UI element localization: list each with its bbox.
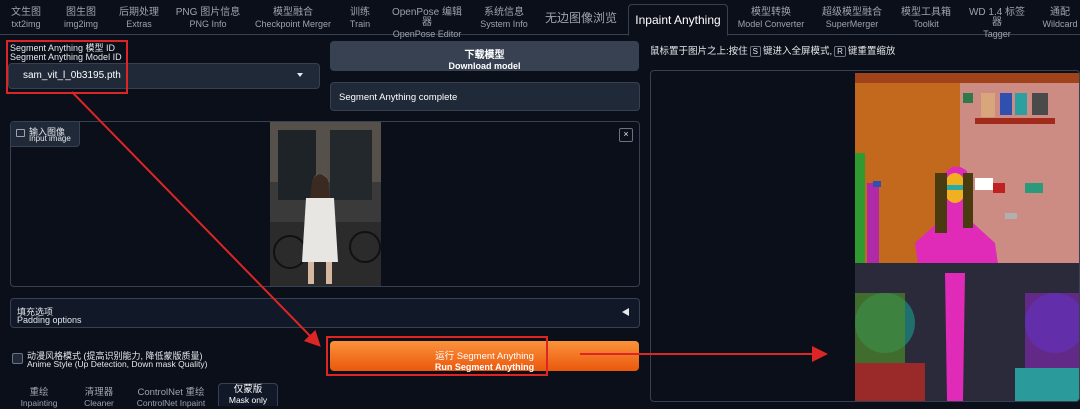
arrow-model-to-run: [71, 91, 321, 347]
annotation-arrows: [71, 91, 828, 362]
